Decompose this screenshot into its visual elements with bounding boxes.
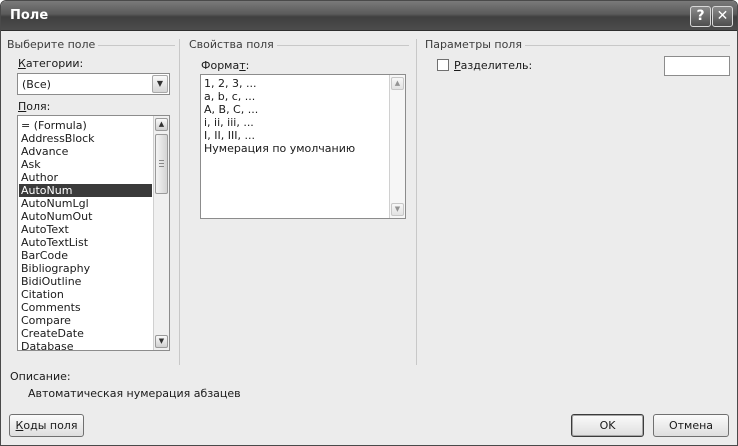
separator-checkbox[interactable] (437, 59, 449, 71)
help-icon: ? (696, 8, 705, 24)
list-item[interactable]: BarCode (21, 249, 151, 262)
scrollbar-thumb[interactable] (155, 134, 168, 194)
format-scrollbar[interactable]: ▲ ▼ (389, 75, 405, 218)
list-item[interactable]: CreateDate (21, 327, 151, 340)
list-item[interactable]: Ask (21, 158, 151, 171)
list-item[interactable]: AutoTextList (21, 236, 151, 249)
list-item[interactable]: i, ii, iii, ... (204, 116, 254, 129)
field-options-group-label: Параметры поля (425, 38, 525, 51)
help-button[interactable]: ? (690, 6, 711, 27)
list-item[interactable]: A, B, C, ... (204, 103, 258, 116)
format-label: Формат: (201, 59, 250, 72)
close-icon: ✕ (716, 8, 729, 24)
fields-label: Поля: (18, 100, 51, 113)
field-codes-button[interactable]: Коды поля (9, 414, 84, 437)
separator-left (179, 39, 180, 365)
cancel-button[interactable]: Отмена (653, 414, 729, 437)
list-item[interactable]: AutoText (21, 223, 151, 236)
description-label: Описание: (10, 370, 71, 383)
field-dialog: Поле ? ✕ Выберите поле Категории: (Все) … (0, 0, 738, 446)
list-item[interactable]: Author (21, 171, 151, 184)
description-text: Автоматическая нумерация абзацев (28, 387, 241, 400)
categories-label: Категории: (18, 57, 84, 70)
list-item[interactable]: AutoNumOut (21, 210, 151, 223)
list-item[interactable]: Нумерация по умолчанию (204, 142, 355, 155)
window-title: Поле (10, 8, 49, 23)
list-item[interactable]: Database (21, 340, 151, 350)
separator-label: Разделитель: (454, 59, 533, 72)
list-item[interactable]: Citation (21, 288, 151, 301)
list-item[interactable]: Advance (21, 145, 151, 158)
list-item[interactable]: = (Formula) (21, 119, 151, 132)
close-button[interactable]: ✕ (712, 6, 733, 27)
list-item[interactable]: Compare (21, 314, 151, 327)
arrow-down-icon[interactable]: ▼ (155, 335, 168, 348)
title-bar[interactable]: Поле ? ✕ (1, 1, 737, 31)
separator-right (416, 39, 417, 365)
fields-listbox[interactable]: Database CreateDate Compare Comments Citatio… (17, 115, 170, 351)
choose-field-group-label: Выберите поле (7, 38, 99, 51)
list-item[interactable]: 1, 2, 3, ... (204, 77, 256, 90)
chevron-down-icon[interactable]: ▼ (152, 75, 168, 93)
arrow-up-icon[interactable]: ▲ (155, 118, 168, 131)
arrow-up-icon[interactable]: ▲ (391, 77, 404, 90)
list-item[interactable]: I, II, III, ... (204, 129, 255, 142)
categories-value: (Все) (22, 78, 51, 91)
list-item[interactable]: Comments (21, 301, 151, 314)
field-properties-group-label: Свойства поля (189, 38, 277, 51)
arrow-down-icon[interactable]: ▼ (391, 203, 404, 216)
fields-scrollbar[interactable]: ▲ ▼ (153, 116, 169, 350)
categories-combo[interactable]: (Все) ▼ (17, 73, 170, 95)
list-item[interactable]: AutoNum (19, 184, 152, 197)
list-item[interactable]: a, b, c, ... (204, 90, 255, 103)
ok-button[interactable]: OK (571, 414, 644, 437)
list-item[interactable]: Bibliography (21, 262, 151, 275)
list-item[interactable]: BidiOutline (21, 275, 151, 288)
list-item[interactable]: AddressBlock (21, 132, 151, 145)
list-item[interactable]: AutoNumLgl (21, 197, 151, 210)
separator-input[interactable] (664, 56, 730, 76)
format-listbox[interactable]: Нумерация по умолчанию I, II, III, ... i, … (200, 74, 406, 219)
